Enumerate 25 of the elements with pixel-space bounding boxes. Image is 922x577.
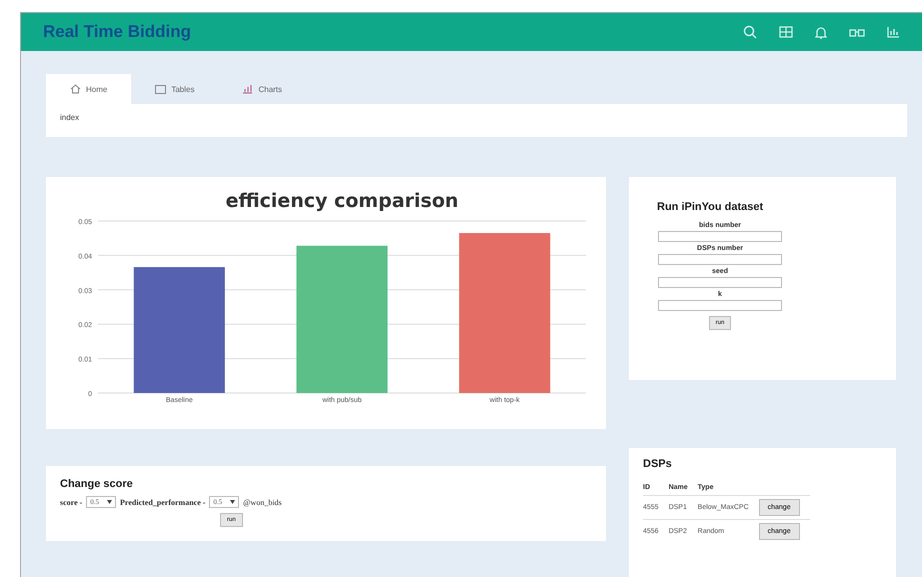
tab[interactable]: Home: [46, 74, 132, 104]
glasses-icon[interactable]: [849, 26, 865, 38]
score-label: score -: [60, 498, 82, 506]
form-title: Run iPinYou dataset: [657, 201, 764, 213]
grid-icon[interactable]: [779, 26, 793, 38]
chart-icon[interactable]: [887, 26, 900, 38]
performance-label: Predicted_performance -: [120, 498, 206, 506]
caret-icon: [230, 500, 236, 504]
bell-icon[interactable]: [815, 26, 827, 38]
tab[interactable]: Charts: [218, 74, 306, 104]
input-field[interactable]: [658, 300, 782, 311]
section-title: Change score: [60, 478, 134, 490]
home-icon: [70, 84, 81, 94]
window-icon: [155, 84, 166, 94]
input-field[interactable]: [658, 277, 782, 288]
tab-content-text: index: [60, 113, 80, 122]
chart-title: efficiency comparison: [226, 190, 458, 212]
input-field[interactable]: [658, 254, 782, 265]
caret-icon: [107, 500, 112, 504]
input-field[interactable]: [658, 231, 782, 242]
tab[interactable]: Tables: [131, 74, 218, 104]
won-bids-label: @won_bids: [243, 498, 282, 506]
chart-icon: [242, 84, 254, 94]
section-title: DSPs: [643, 458, 673, 470]
search-icon[interactable]: [743, 25, 757, 39]
